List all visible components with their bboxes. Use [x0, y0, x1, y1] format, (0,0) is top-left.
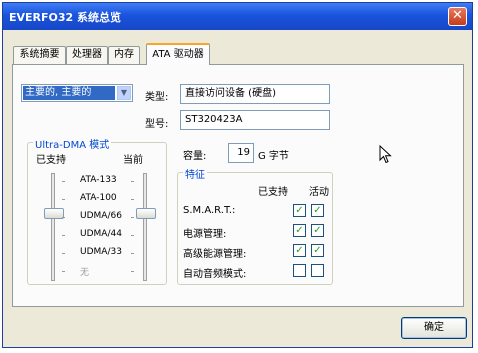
- check-icon: ✓: [313, 245, 322, 256]
- mode-ata-100: ATA-100: [80, 193, 117, 203]
- tab-ata-drive[interactable]: ATA 驱动器: [146, 43, 210, 65]
- udma-current-header: 当前: [123, 155, 143, 166]
- device-select-value: 主要的, 主要的: [23, 86, 115, 100]
- features-group-title: 特征: [183, 166, 207, 181]
- ok-button[interactable]: 确定: [401, 317, 467, 339]
- tab-processor[interactable]: 处理器: [66, 46, 108, 64]
- udma-supported-header: 已支持: [36, 155, 66, 166]
- check-icon: ✓: [295, 225, 304, 236]
- udma-group-title: Ultra-DMA 模式: [33, 136, 112, 151]
- acoustic-mode-supported-checkbox[interactable]: [293, 264, 306, 277]
- current-slider-track: [143, 173, 147, 281]
- feature-label-smart: S.M.A.R.T.:: [183, 205, 236, 216]
- supported-slider-thumb[interactable]: [44, 208, 64, 219]
- features-active-header: 活动: [309, 187, 329, 198]
- features-supported-header: 已支持: [258, 187, 288, 198]
- window-title: EVERFO32 系统总览: [9, 11, 122, 24]
- smart-supported-checkbox[interactable]: ✓: [293, 204, 306, 217]
- mode-udma-33: UDMA/33: [80, 247, 122, 257]
- check-icon: ✓: [313, 225, 322, 236]
- advanced-power-supported-checkbox[interactable]: ✓: [293, 244, 306, 257]
- acoustic-mode-active-checkbox[interactable]: [311, 264, 324, 277]
- power-management-supported-checkbox[interactable]: ✓: [293, 224, 306, 237]
- advanced-power-active-checkbox[interactable]: ✓: [311, 244, 324, 257]
- check-icon: ✓: [313, 205, 322, 216]
- power-management-active-checkbox[interactable]: ✓: [311, 224, 324, 237]
- mode-udma-44: UDMA/44: [80, 229, 122, 239]
- mouse-cursor-icon: [379, 145, 392, 164]
- chevron-down-icon[interactable]: ▼: [117, 86, 131, 100]
- close-button[interactable]: ✕: [448, 7, 467, 26]
- model-field: ST320423A: [180, 110, 330, 130]
- type-label: 类型:: [145, 92, 169, 103]
- capacity-field: 19: [228, 143, 254, 163]
- check-icon: ✓: [295, 245, 304, 256]
- close-icon: ✕: [452, 8, 463, 23]
- current-slider-thumb[interactable]: [136, 208, 156, 219]
- feature-label-acoustic-mode: 自动音频模式:: [183, 269, 247, 280]
- smart-active-checkbox[interactable]: ✓: [311, 204, 324, 217]
- tab-system-summary[interactable]: 系统摘要: [13, 46, 66, 64]
- title-bar[interactable]: EVERFO32 系统总览 ✕: [3, 3, 472, 30]
- feature-label-advanced-power: 高级能源管理:: [183, 249, 247, 260]
- type-field: 直接访问设备 (硬盘): [180, 84, 330, 104]
- device-select[interactable]: 主要的, 主要的 ▼: [21, 84, 133, 102]
- mode-udma-66: UDMA/66: [80, 211, 122, 221]
- check-icon: ✓: [295, 205, 304, 216]
- supported-slider-track: [51, 173, 55, 281]
- capacity-unit: G 字节: [258, 151, 289, 162]
- model-label: 型号:: [145, 119, 169, 130]
- feature-label-power-management: 电源管理:: [183, 229, 227, 240]
- mode-none: 无: [80, 268, 90, 278]
- capacity-label: 容量:: [183, 151, 207, 162]
- mode-ata-133: ATA-133: [80, 175, 117, 185]
- tab-memory[interactable]: 内存: [108, 46, 140, 64]
